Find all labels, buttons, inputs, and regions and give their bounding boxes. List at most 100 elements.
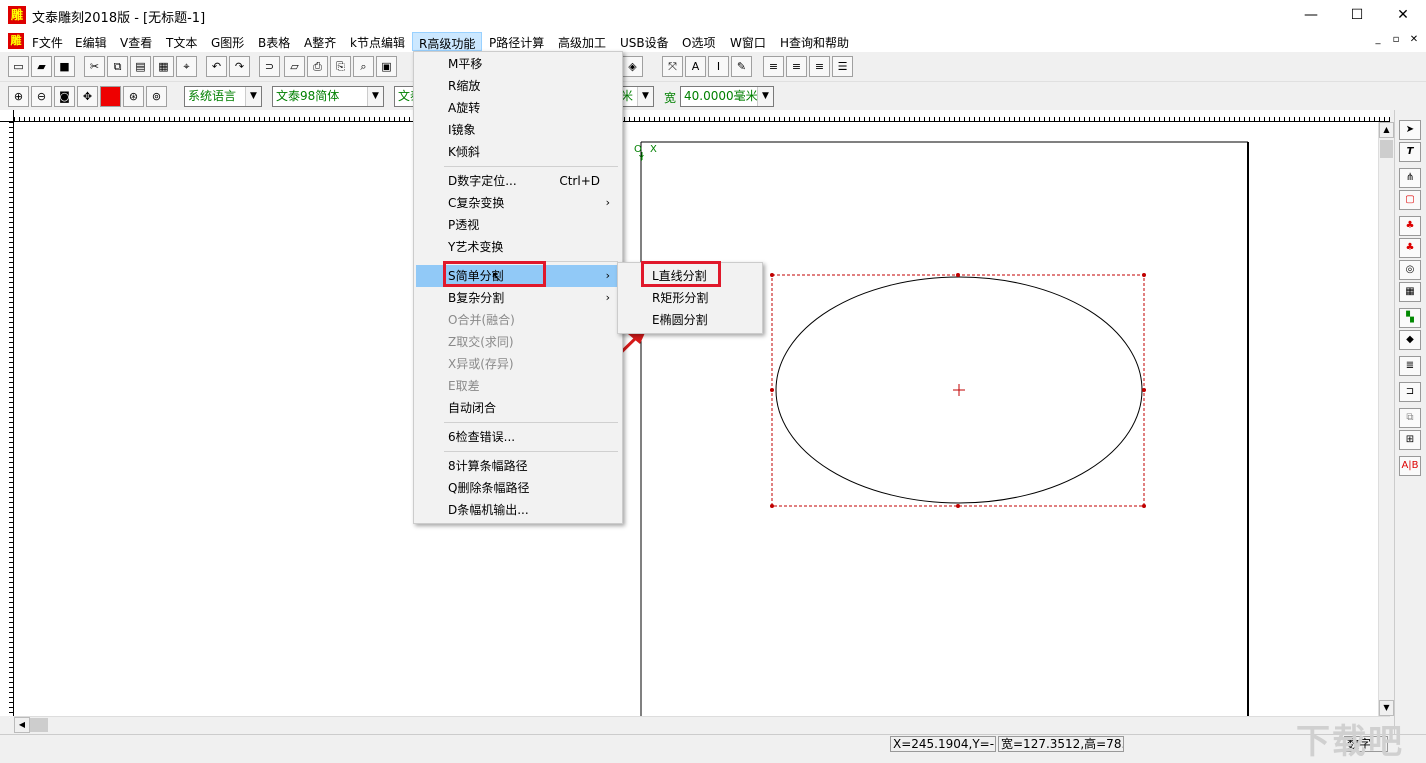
menu-app-icon[interactable]: 雕	[8, 33, 24, 49]
pointer-tool-icon[interactable]: ➤	[1399, 120, 1421, 140]
import-icon[interactable]: ⊃	[259, 56, 280, 77]
scroll-left-icon[interactable]: ◀	[14, 717, 30, 733]
maximize-button[interactable]: ☐	[1334, 0, 1380, 30]
menu-edit[interactable]: E编辑	[69, 32, 113, 51]
color-grid-tool-icon[interactable]: ▚	[1399, 308, 1421, 328]
language-select[interactable]: 系统语言 ▼	[184, 86, 262, 107]
scroll-up-icon[interactable]: ▲	[1379, 122, 1394, 138]
horizontal-scrollbar[interactable]: ◀	[14, 716, 1390, 734]
clone-icon[interactable]: ⌖	[176, 56, 197, 77]
cut-icon[interactable]: ✂	[84, 56, 105, 77]
menu-view[interactable]: V查看	[114, 32, 158, 51]
zoom-all-icon[interactable]: ⊛	[123, 86, 144, 107]
menu-item-banner-output[interactable]: D条幅机输出...	[416, 499, 620, 521]
new-file-icon[interactable]: ▭	[8, 56, 29, 77]
ab-tool-icon[interactable]: A|B	[1399, 456, 1421, 476]
menu-path-calc[interactable]: P路径计算	[483, 32, 550, 51]
height-select[interactable]: 米 ▼	[618, 86, 654, 107]
layer-tool-icon[interactable]: ⧉	[1399, 408, 1421, 428]
submenu-item-ellipse-split[interactable]: E椭圆分割	[620, 309, 760, 331]
menu-item-complex-transform[interactable]: C复杂变换 ›	[416, 192, 620, 214]
align-center-icon[interactable]: ≡	[786, 56, 807, 77]
mdi-minimize-button[interactable]: _	[1370, 33, 1386, 48]
fit-icon[interactable]: ⤧	[662, 56, 683, 77]
mdi-restore-button[interactable]: ▫	[1388, 33, 1404, 48]
vertical-scroll-thumb[interactable]	[1380, 140, 1393, 158]
save-icon[interactable]: ■	[54, 56, 75, 77]
handle-tr[interactable]	[1142, 273, 1146, 277]
menu-table[interactable]: B表格	[252, 32, 296, 51]
handle-bm[interactable]	[956, 504, 960, 508]
color-icon[interactable]: ◈	[622, 56, 643, 77]
zoom-object-icon[interactable]: ◙	[54, 86, 75, 107]
align-left-icon[interactable]: ≡	[763, 56, 784, 77]
fill2-tool-icon[interactable]: ♣	[1399, 238, 1421, 258]
handle-br[interactable]	[1142, 504, 1146, 508]
shape-tool-icon[interactable]: ◎	[1399, 260, 1421, 280]
print-icon[interactable]: ⎙	[307, 56, 328, 77]
italic-icon[interactable]: I	[708, 56, 729, 77]
node-tool-icon[interactable]: ⋔	[1399, 168, 1421, 188]
menu-node-edit[interactable]: k节点编辑	[344, 32, 411, 51]
menu-item-art-transform[interactable]: Y艺术变换	[416, 236, 620, 258]
handle-ml[interactable]	[770, 388, 774, 392]
edit-text-icon[interactable]: ✎	[731, 56, 752, 77]
table-tool-icon[interactable]: ▦	[1399, 282, 1421, 302]
horizontal-scroll-thumb[interactable]	[30, 718, 48, 732]
export-tool-icon[interactable]: ⊞	[1399, 430, 1421, 450]
frame-icon[interactable]: ▣	[376, 56, 397, 77]
list-tool-icon[interactable]: ≣	[1399, 356, 1421, 376]
menu-item-check-errors[interactable]: 6检查错误...	[416, 426, 620, 448]
undo-icon[interactable]: ↶	[206, 56, 227, 77]
fill-red-icon[interactable]	[100, 86, 121, 107]
font-select[interactable]: 文泰98简体 ▼	[272, 86, 384, 107]
paste-special-icon[interactable]: ▦	[153, 56, 174, 77]
zoom-out-icon[interactable]: ⊖	[31, 86, 52, 107]
handle-tl[interactable]	[770, 273, 774, 277]
print-setup-icon[interactable]: ⎘	[330, 56, 351, 77]
menu-window[interactable]: W窗口	[724, 32, 772, 51]
menu-options[interactable]: O选项	[676, 32, 721, 51]
rectangle-tool-icon[interactable]: ▢	[1399, 190, 1421, 210]
menu-help[interactable]: H查询和帮助	[774, 32, 855, 51]
zoom-in-icon[interactable]: ⊕	[8, 86, 29, 107]
justify-icon[interactable]: ☰	[832, 56, 853, 77]
mdi-close-button[interactable]: ✕	[1406, 33, 1422, 48]
menu-item-skew[interactable]: K倾斜	[416, 141, 620, 163]
copy-icon[interactable]: ⧉	[107, 56, 128, 77]
menu-usb-device[interactable]: USB设备	[614, 32, 675, 51]
open-folder-icon[interactable]: ▰	[31, 56, 52, 77]
page-tool-icon[interactable]: ⊐	[1399, 382, 1421, 402]
menu-item-auto-close[interactable]: 自动闭合	[416, 397, 620, 419]
align-right-icon[interactable]: ≡	[809, 56, 830, 77]
menu-item-mirror[interactable]: I镜象	[416, 119, 620, 141]
menu-item-scale[interactable]: R缩放	[416, 75, 620, 97]
menu-advanced-machining[interactable]: 高级加工	[552, 32, 612, 51]
fill-tool-icon[interactable]: ♣	[1399, 216, 1421, 236]
paint-tool-icon[interactable]: ◆	[1399, 330, 1421, 350]
drawing-canvas[interactable]: O X Y	[14, 122, 1390, 716]
menu-advanced[interactable]: R高级功能	[412, 32, 483, 51]
text-tool-icon[interactable]: T	[1399, 142, 1421, 162]
menu-item-perspective[interactable]: P透视	[416, 214, 620, 236]
menu-align[interactable]: A整齐	[298, 32, 342, 51]
menu-item-calc-banner-path[interactable]: 8计算条幅路径	[416, 455, 620, 477]
text-frame-icon[interactable]: A	[685, 56, 706, 77]
menu-item-complex-split[interactable]: B复杂分割 ›	[416, 287, 620, 309]
pan-icon[interactable]: ✥	[77, 86, 98, 107]
menu-item-delete-banner-path[interactable]: Q删除条幅路径	[416, 477, 620, 499]
export-icon[interactable]: ▱	[284, 56, 305, 77]
submenu-item-rect-split[interactable]: R矩形分割	[620, 287, 760, 309]
handle-tm[interactable]	[956, 273, 960, 277]
redo-icon[interactable]: ↷	[229, 56, 250, 77]
menu-graphics[interactable]: G图形	[205, 32, 250, 51]
menu-item-rotate[interactable]: A旋转	[416, 97, 620, 119]
preview-icon[interactable]: ⌕	[353, 56, 374, 77]
menu-file[interactable]: F文件	[26, 32, 69, 51]
zoom-page-icon[interactable]: ⊚	[146, 86, 167, 107]
minimize-button[interactable]: —	[1288, 0, 1334, 30]
close-button[interactable]: ✕	[1380, 0, 1426, 30]
paste-icon[interactable]: ▤	[130, 56, 151, 77]
width-select[interactable]: 40.0000毫米 ▼	[680, 86, 774, 107]
menu-item-numeric-position[interactable]: D数字定位... Ctrl+D	[416, 170, 620, 192]
